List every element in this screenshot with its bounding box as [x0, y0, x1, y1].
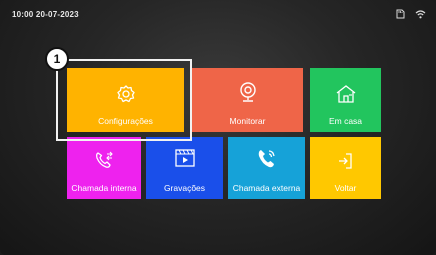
- recordings-icon: [174, 149, 195, 167]
- exit-icon: [338, 153, 352, 169]
- gear-icon: [116, 85, 135, 103]
- tile-configuracoes[interactable]: Configurações: [67, 68, 184, 132]
- status-icons: [396, 9, 426, 19]
- phone-call-icon: [258, 150, 275, 168]
- tile-monitorar[interactable]: Monitorar: [192, 68, 303, 132]
- tile-label: Gravações: [163, 183, 206, 193]
- tile-chamada-externa[interactable]: Chamada externa: [228, 137, 305, 199]
- tile-em-casa[interactable]: Em casa: [310, 68, 381, 132]
- tile-voltar[interactable]: Voltar: [310, 137, 381, 199]
- tile-label: Configurações: [98, 116, 153, 126]
- tile-label: Voltar: [334, 183, 357, 193]
- screen-frame: 10:00 20-07-2023 Configurações Monitorar: [0, 0, 436, 255]
- tile-label: Em casa: [328, 116, 363, 126]
- home-icon: [336, 85, 355, 103]
- camera-icon: [239, 82, 256, 102]
- status-datetime: 10:00 20-07-2023: [12, 10, 79, 19]
- intercom-call-icon: [96, 151, 113, 168]
- sd-card-icon: [396, 9, 405, 19]
- tile-chamada-interna[interactable]: Chamada interna: [67, 137, 141, 199]
- callout-number-badge: 1: [45, 47, 69, 71]
- tile-label: Chamada interna: [71, 183, 137, 193]
- tile-label: Monitorar: [229, 116, 266, 126]
- tile-gravacoes[interactable]: Gravações: [146, 137, 223, 199]
- tile-label: Chamada externa: [232, 183, 301, 193]
- wifi-icon: [415, 10, 426, 19]
